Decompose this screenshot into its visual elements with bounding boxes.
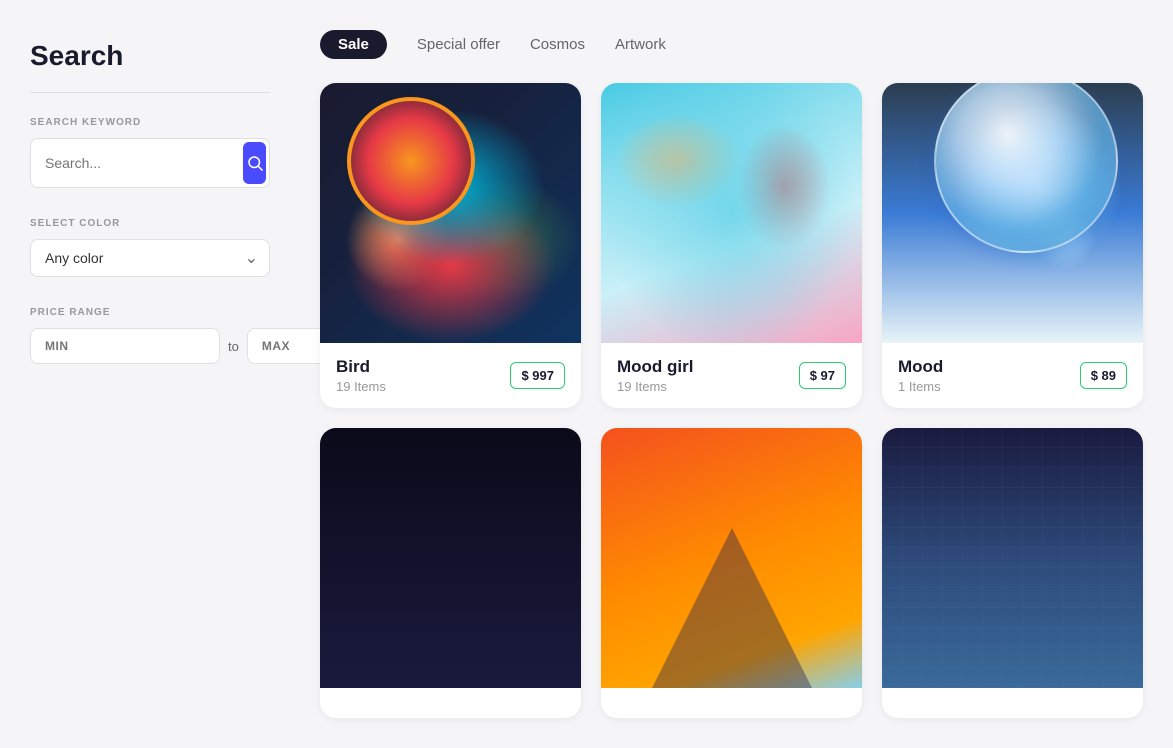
card-mood-image — [882, 83, 1143, 343]
card-6-body — [882, 688, 1143, 718]
price-inputs: to — [30, 328, 270, 364]
card-4-image — [320, 428, 581, 688]
card-mood-info: Mood 1 Items — [898, 357, 943, 394]
card-bird-info: Bird 19 Items — [336, 357, 386, 394]
search-input[interactable] — [31, 145, 240, 181]
color-select-wrapper: Any color Red Blue Green Yellow Black Wh… — [30, 239, 270, 277]
sidebar: Search SEARCH KEYWORD SELECT COLOR Any c… — [0, 0, 300, 748]
main-content: Sale Special offer Cosmos Artwork Bird 1… — [300, 0, 1173, 748]
card-mood-girl[interactable]: Mood girl 19 Items $ 97 — [601, 83, 862, 408]
color-filter-label: SELECT COLOR — [30, 218, 270, 229]
page-title: Search — [30, 40, 270, 72]
card-bird-body: Bird 19 Items $ 997 — [320, 343, 581, 408]
search-button[interactable] — [243, 142, 266, 184]
tab-cosmos[interactable]: Cosmos — [530, 30, 585, 59]
card-mood-subtitle: 1 Items — [898, 379, 943, 394]
color-filter-section: SELECT COLOR Any color Red Blue Green Ye… — [30, 218, 270, 277]
card-mood[interactable]: Mood 1 Items $ 89 — [882, 83, 1143, 408]
card-bird-price[interactable]: $ 997 — [510, 362, 565, 389]
search-keyword-label: SEARCH KEYWORD — [30, 117, 270, 128]
price-range-section: PRICE RANGE to — [30, 307, 270, 364]
card-mood-girl-info: Mood girl 19 Items — [617, 357, 693, 394]
card-bird-subtitle: 19 Items — [336, 379, 386, 394]
card-bird-title: Bird — [336, 357, 386, 377]
card-mood-price[interactable]: $ 89 — [1080, 362, 1127, 389]
search-icon — [246, 154, 264, 172]
tabs-bar: Sale Special offer Cosmos Artwork — [320, 30, 1143, 59]
tab-sale[interactable]: Sale — [320, 30, 387, 59]
card-mood-girl-subtitle: 19 Items — [617, 379, 693, 394]
card-6-image — [882, 428, 1143, 688]
card-mood-body: Mood 1 Items $ 89 — [882, 343, 1143, 408]
color-select[interactable]: Any color Red Blue Green Yellow Black Wh… — [30, 239, 270, 277]
card-mood-girl-body: Mood girl 19 Items $ 97 — [601, 343, 862, 408]
card-5[interactable] — [601, 428, 862, 718]
card-mood-title: Mood — [898, 357, 943, 377]
card-6[interactable] — [882, 428, 1143, 718]
card-mood-girl-image — [601, 83, 862, 343]
card-5-body — [601, 688, 862, 718]
price-range-label: PRICE RANGE — [30, 307, 270, 318]
card-4-body — [320, 688, 581, 718]
card-4[interactable] — [320, 428, 581, 718]
divider — [30, 92, 270, 93]
search-wrapper — [30, 138, 270, 188]
card-mood-girl-price[interactable]: $ 97 — [799, 362, 846, 389]
cards-grid: Bird 19 Items $ 997 Mood girl 19 Items $… — [320, 83, 1143, 718]
tab-artwork[interactable]: Artwork — [615, 30, 666, 59]
card-bird-image — [320, 83, 581, 343]
price-separator: to — [228, 339, 239, 354]
price-min-input[interactable] — [30, 328, 220, 364]
card-mood-girl-title: Mood girl — [617, 357, 693, 377]
card-5-image — [601, 428, 862, 688]
card-bird[interactable]: Bird 19 Items $ 997 — [320, 83, 581, 408]
tab-special-offer[interactable]: Special offer — [417, 30, 500, 59]
